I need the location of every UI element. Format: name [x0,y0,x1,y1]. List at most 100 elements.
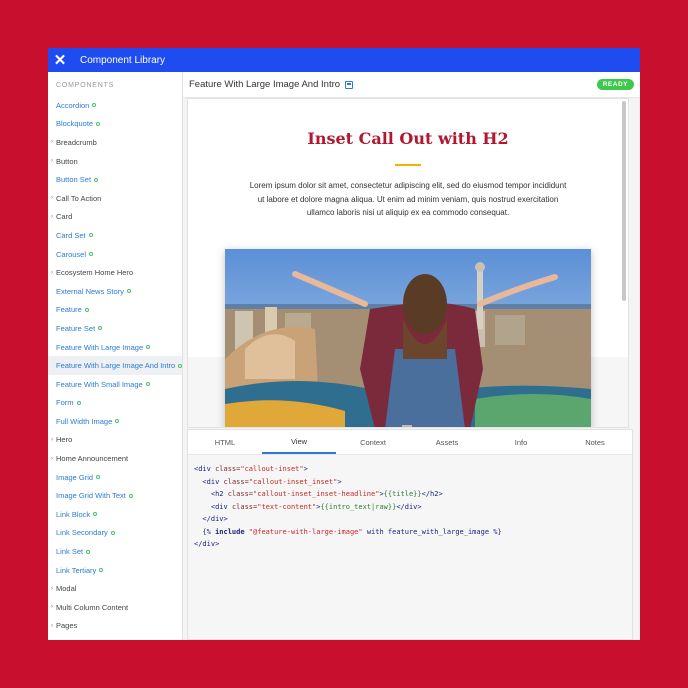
chevron-right-icon: › [51,269,53,276]
tab-html[interactable]: HTML [188,430,262,454]
ready-status-icon [178,363,182,368]
tab-info[interactable]: Info [484,430,558,454]
chevron-right-icon: › [51,604,53,611]
app-body: COMPONENTS Accordion Blockquote › Breadcrum… [48,72,640,640]
sidebar-item-label: Carousel [56,249,87,259]
sidebar-item[interactable]: External News Story [48,282,182,301]
code-token: <h2 [194,490,228,498]
sidebar-item-label: Button Set [56,175,92,185]
sidebar-item-label: Call To Action [56,193,102,203]
sidebar-heading: COMPONENTS [56,82,115,89]
sidebar-item-label: External News Story [56,286,124,296]
sidebar-item[interactable]: Feature Set [48,319,182,338]
code-line: </div> [194,538,626,551]
main-panel: Feature With Large Image And Intro READY… [183,72,640,640]
code-token: </div> [194,515,228,523]
sidebar-item[interactable]: Carousel [48,245,182,264]
code-token: include [215,527,245,536]
sidebar-item-label: Blockquote [56,119,94,129]
sidebar-item-label: Feature [56,305,82,315]
preview-heading: Inset Call Out with H2 [307,129,509,148]
code-token: </h2> [421,490,443,498]
ready-status-icon [99,568,104,573]
sidebar-item[interactable]: Card Set [48,226,182,245]
sidebar-item[interactable]: Full Width Image [48,412,182,431]
close-button[interactable]: ✕ [48,48,72,72]
sidebar-item[interactable]: Blockquote [48,115,182,134]
heading-divider [395,164,421,166]
sidebar-item-label: Accordion [56,100,90,110]
sidebar-item[interactable]: Image Grid [48,468,182,487]
sidebar-item-label: Form [56,398,74,408]
sidebar-item[interactable]: Feature [48,301,182,320]
ready-status-icon [89,252,94,257]
feature-image-photo [225,249,591,427]
ready-status-icon [128,493,133,498]
ready-status-icon [146,345,151,350]
sidebar-item[interactable]: Feature With Large Image [48,338,182,357]
open-in-window-icon[interactable] [345,80,354,89]
sidebar-item[interactable]: Link Tertiary [48,561,182,580]
sidebar-item[interactable]: › Button [48,152,182,171]
sidebar-item[interactable]: › Hero [48,431,182,450]
chevron-right-icon: › [51,139,53,146]
sidebar-item[interactable]: › Multi Column Content [48,598,182,617]
sidebar-item[interactable]: Feature With Small Image [48,375,182,394]
chevron-right-icon: › [51,158,53,165]
ready-status-icon [94,177,99,182]
sidebar-item[interactable]: Accordion [48,96,182,115]
sidebar-item[interactable]: Form [48,394,182,413]
ready-status-icon [88,233,93,238]
sidebar: COMPONENTS Accordion Blockquote › Breadcrum… [48,72,183,640]
sidebar-item-label: Breadcrumb [56,137,97,147]
ready-status-icon [110,530,115,535]
sidebar-item[interactable]: › Call To Action [48,189,182,208]
chevron-right-icon: › [51,436,53,443]
sidebar-item[interactable]: Button Set [48,170,182,189]
sidebar-item[interactable]: Link Block [48,505,182,524]
code-token: </div> [396,502,422,511]
code-line: {% include "@feature-with-large-image" w… [194,526,626,539]
tab-context[interactable]: Context [336,430,410,454]
code-line: <div class="text-content">{{intro_text|r… [194,501,626,514]
code-token: with feature_with_large_image %} [362,527,502,536]
sidebar-item-label: Image Grid With Text [56,491,126,501]
code-token: {{title}} [383,490,422,498]
sidebar-item-label: Feature With Small Image [56,379,143,389]
sidebar-item[interactable]: Link Set [48,542,182,561]
resize-handle[interactable] [402,425,412,427]
sidebar-item[interactable]: › Ecosystem Home Hero [48,263,182,282]
sidebar-item[interactable]: Image Grid With Text [48,486,182,505]
sidebar-item-label: Feature Set [56,323,96,333]
sidebar-item-label: Image Grid [56,472,94,482]
sidebar-item-label: Full Width Image [56,416,113,426]
sidebar-item-label: Multi Column Content [56,602,129,612]
sidebar-item-label: Link Tertiary [56,565,97,575]
ready-status-icon [145,382,150,387]
app-title: Component Library [80,54,166,66]
sidebar-item[interactable]: › Home Announcement [48,449,182,468]
code-token: "text-content" [257,502,317,511]
sidebar-item[interactable]: Link Secondary [48,524,182,543]
sidebar-item-label: Link Block [56,509,91,519]
ready-status-icon [76,400,81,405]
chevron-right-icon: › [51,455,53,462]
sidebar-item[interactable]: › Card [48,208,182,227]
code-token: class= [223,477,249,486]
tab-view[interactable]: View [262,430,336,454]
code-token: > [303,465,308,473]
app-window: ✕ Component Library COMPONENTS Accordion… [48,48,640,640]
sidebar-item[interactable]: › Modal [48,579,182,598]
code-token: "callout-inset" [240,465,304,473]
ready-status-icon [96,475,101,480]
component-nav-list: Accordion Blockquote › Breadcrumb › Button But… [48,96,182,635]
code-line: </div> [194,513,626,526]
sidebar-item-label: Modal [56,584,77,594]
sidebar-item[interactable]: › Breadcrumb [48,133,182,152]
sidebar-item[interactable]: › Pages [48,617,182,636]
sidebar-item[interactable]: Feature With Large Image And Intro [48,356,182,375]
preview-scrollbar[interactable] [622,101,626,301]
tab-assets[interactable]: Assets [410,430,484,454]
tab-notes[interactable]: Notes [558,430,632,454]
ready-status-icon [96,121,101,126]
